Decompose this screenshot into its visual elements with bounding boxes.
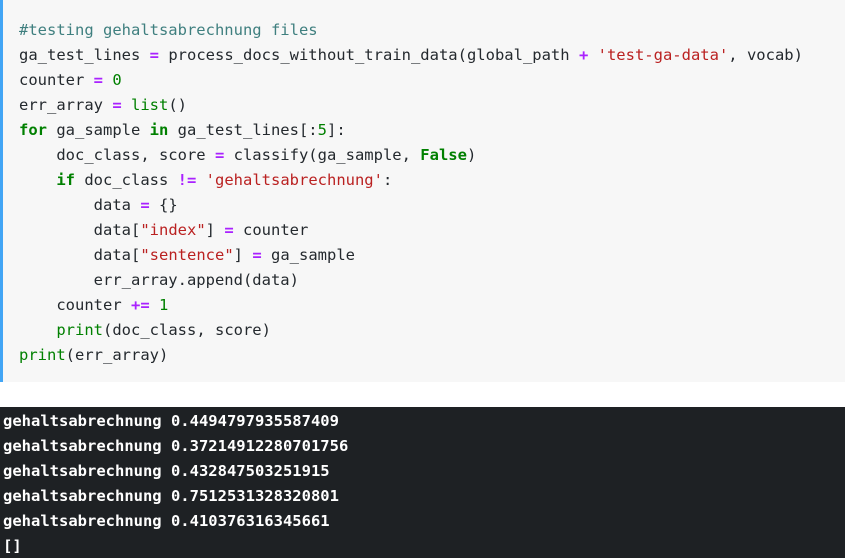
code-token-plain: :: [382, 171, 393, 189]
code-token-str: "sentence": [140, 246, 234, 264]
code-line: data = {}: [19, 193, 803, 218]
code-token-plain: {}: [149, 196, 178, 214]
code-token-op: =: [149, 46, 159, 64]
code-token-op: =: [112, 96, 122, 114]
code-token-plain: (): [168, 96, 188, 114]
code-token-op: =: [214, 146, 225, 164]
code-token-plain: ]: [233, 246, 253, 264]
output-line: gehaltsabrechnung 0.7512531328320801: [3, 487, 339, 505]
code-token-plain: doc_class, score: [19, 146, 215, 164]
code-token-plain: ga_test_lines: [19, 46, 150, 64]
output-line: gehaltsabrechnung 0.432847503251915: [3, 462, 330, 480]
output-line: []: [3, 537, 22, 555]
code-token-plain: err_array: [19, 96, 113, 114]
code-token-op: =: [252, 246, 262, 264]
code-token-plain: ga_test_lines[:: [168, 121, 318, 139]
code-token-plain: ga_sample: [261, 246, 355, 264]
output-text: gehaltsabrechnung 0.4494797935587409 geha…: [3, 409, 348, 559]
code-line: #testing gehaltsabrechnung files: [19, 18, 803, 43]
code-token-plain: counter: [19, 296, 131, 314]
code-token-kw: in: [149, 121, 169, 139]
code-token-plain: ): [466, 146, 477, 164]
code-token-plain: process_docs_without_train_data(global_p…: [159, 46, 579, 64]
code-token-str: 'gehaltsabrechnung': [205, 171, 383, 189]
code-line: err_array = list(): [19, 93, 803, 118]
code-token-builtin: print: [56, 321, 103, 339]
code-token-plain: (err_array): [65, 346, 169, 364]
code-token-kw: for: [19, 121, 47, 139]
code-token-plain: counter: [233, 221, 309, 239]
code-token-plain: counter: [19, 71, 94, 89]
code-token-plain: err_array.append(data): [19, 271, 299, 289]
code-line: print(err_array): [19, 343, 803, 368]
code-line: ga_test_lines = process_docs_without_tra…: [19, 43, 803, 68]
code-token-op: +: [578, 46, 589, 64]
code-token-plain: data[: [19, 221, 141, 239]
code-token-op: !=: [177, 171, 197, 189]
code-token-str: 'test-ga-data': [597, 46, 729, 64]
code-token-kw: if: [56, 171, 75, 189]
code-token-plain: ]: [205, 221, 225, 239]
code-line: print(doc_class, score): [19, 318, 803, 343]
code-token-plain: ga_sample: [47, 121, 150, 139]
code-token-plain: data: [19, 196, 141, 214]
code-line: counter = 0: [19, 68, 803, 93]
code-token-comment: #testing gehaltsabrechnung files: [19, 21, 318, 39]
code-line: err_array.append(data): [19, 268, 803, 293]
code-token-plain: (doc_class, score): [103, 321, 271, 339]
code-token-num: 5: [317, 121, 327, 139]
code-token-plain: classify(ga_sample,: [224, 146, 421, 164]
code-token-plain: doc_class: [75, 171, 178, 189]
code-token-str: "index": [140, 221, 206, 239]
code-line: counter += 1: [19, 293, 803, 318]
code-token-builtin: list: [131, 96, 169, 114]
code-line: for ga_sample in ga_test_lines[:5]:: [19, 118, 803, 143]
code-token-num: 0: [112, 71, 122, 89]
code-token-plain: data[: [19, 246, 141, 264]
output-line: gehaltsabrechnung 0.4494797935587409: [3, 412, 339, 430]
code-token-op: =: [140, 196, 150, 214]
code-token-op: =: [224, 221, 234, 239]
code-token-plain: ]:: [326, 121, 346, 139]
code-line: if doc_class != 'gehaltsabrechnung':: [19, 168, 803, 193]
code-line: data["index"] = counter: [19, 218, 803, 243]
output-line: gehaltsabrechnung 0.37214912280701756: [3, 437, 349, 455]
output-line: gehaltsabrechnung 0.410376316345661: [3, 512, 330, 530]
code-token-num: 1: [159, 296, 169, 314]
code-line: data["sentence"] = ga_sample: [19, 243, 803, 268]
code-token-plain: , vocab): [728, 46, 803, 64]
code-token-builtin: print: [19, 346, 66, 364]
code-token-op: +=: [130, 296, 150, 314]
code-cell[interactable]: #testing gehaltsabrechnung files ga_test_…: [0, 0, 845, 382]
code-line: doc_class, score = classify(ga_sample, F…: [19, 143, 803, 168]
code-editor[interactable]: #testing gehaltsabrechnung files ga_test_…: [19, 18, 803, 368]
code-token-op: =: [93, 71, 103, 89]
code-token-kw: False: [420, 146, 467, 164]
output-cell: gehaltsabrechnung 0.4494797935587409 geha…: [0, 407, 845, 558]
